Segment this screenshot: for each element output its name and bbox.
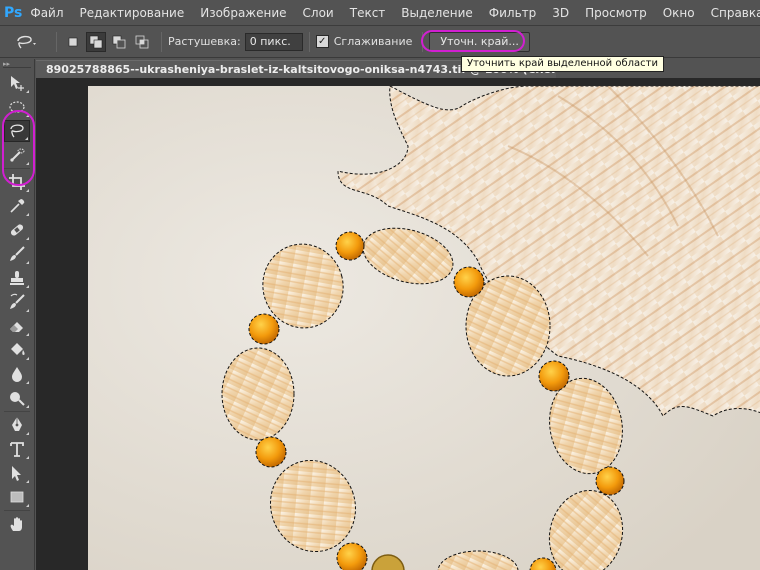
- antialias-checkbox[interactable]: ✓: [315, 35, 329, 48]
- elliptical-marquee-icon: [9, 101, 25, 113]
- photo-image: [88, 86, 760, 570]
- antialias-label: Сглаживание: [333, 35, 413, 48]
- tool-rectangle[interactable]: [4, 486, 30, 508]
- menu-image[interactable]: Изображение: [192, 6, 294, 20]
- menu-3d[interactable]: 3D: [544, 6, 577, 20]
- feather-input[interactable]: [244, 32, 303, 51]
- tool-elliptical-marquee[interactable]: [4, 96, 30, 118]
- tool-lasso[interactable]: [4, 120, 30, 142]
- clone-stamp-icon: [10, 271, 24, 285]
- history-brush-icon: [10, 293, 25, 309]
- tool-history-brush[interactable]: [4, 291, 30, 313]
- paint-bucket-icon: [11, 343, 25, 355]
- feather-label: Растушевка:: [168, 35, 241, 48]
- menu-edit[interactable]: Редактирование: [72, 6, 193, 20]
- hand-icon: [10, 517, 22, 531]
- canvas-area[interactable]: [36, 78, 760, 570]
- add-to-selection-button[interactable]: [86, 31, 106, 52]
- refine-edge-button[interactable]: Уточн. край...: [429, 31, 530, 52]
- document-canvas[interactable]: [88, 86, 760, 570]
- quick-selection-icon: [10, 148, 25, 162]
- lasso-icon: [10, 124, 24, 138]
- separator: [56, 31, 57, 52]
- toolbox: ▸▸: [0, 59, 35, 570]
- eraser-icon: [10, 322, 23, 332]
- menu-select[interactable]: Выделение: [393, 6, 480, 20]
- menu-layer[interactable]: Слои: [295, 6, 342, 20]
- separator: [308, 31, 310, 52]
- subtract-selection-icon: [112, 35, 126, 48]
- dodge-icon: [10, 392, 25, 406]
- path-selection-icon: [12, 466, 21, 481]
- photoshop-logo: Ps: [4, 4, 23, 21]
- menu-help[interactable]: Справка: [703, 6, 760, 20]
- options-bar: Растушевка: ✓ Сглаживание Уточн. край...: [0, 26, 760, 58]
- type-icon: [10, 442, 24, 457]
- intersect-selection-button[interactable]: [132, 32, 152, 52]
- refine-edge-tooltip: Уточнить край выделенной области: [461, 56, 664, 72]
- tool-dodge[interactable]: [4, 387, 30, 409]
- healing-brush-icon: [10, 224, 24, 236]
- tool-quick-selection[interactable]: [4, 144, 30, 166]
- tool-type[interactable]: [4, 438, 30, 460]
- tool-move[interactable]: [4, 72, 30, 94]
- new-selection-button[interactable]: [63, 32, 83, 52]
- menu-file[interactable]: Файл: [22, 6, 71, 20]
- menu-type[interactable]: Текст: [342, 6, 394, 20]
- tool-preset-picker[interactable]: [14, 33, 50, 51]
- separator: [422, 31, 424, 52]
- tool-hand[interactable]: [4, 513, 30, 535]
- tool-crop[interactable]: [4, 171, 30, 193]
- crop-icon: [9, 174, 25, 190]
- new-selection-icon: [68, 37, 78, 46]
- pen-icon: [12, 417, 22, 431]
- tool-eraser[interactable]: [4, 315, 30, 337]
- brush-icon: [10, 246, 25, 261]
- tool-spot-healing-brush[interactable]: [4, 219, 30, 241]
- menu-window[interactable]: Окно: [655, 6, 703, 20]
- tool-blur[interactable]: [4, 363, 30, 385]
- menu-bar: Ps Файл Редактирование Изображение Слои …: [0, 0, 760, 26]
- blur-icon: [12, 367, 22, 382]
- eyedropper-icon: [10, 199, 25, 213]
- menu-view[interactable]: Просмотр: [577, 6, 655, 20]
- subtract-from-selection-button[interactable]: [109, 32, 129, 52]
- rectangle-icon: [10, 491, 24, 503]
- menu-filter[interactable]: Фильтр: [481, 6, 544, 20]
- separator: [4, 510, 30, 511]
- separator: [161, 31, 162, 52]
- tool-brush[interactable]: [4, 243, 30, 265]
- tool-clone-stamp[interactable]: [4, 267, 30, 289]
- move-icon: [11, 76, 24, 91]
- intersect-selection-icon: [135, 35, 149, 48]
- tool-pen[interactable]: [4, 414, 30, 436]
- toolbox-grip[interactable]: ▸▸: [3, 61, 31, 68]
- add-to-selection-icon: [89, 35, 103, 48]
- tool-paint-bucket[interactable]: [4, 339, 30, 361]
- separator: [4, 411, 30, 412]
- lasso-icon: [17, 35, 36, 48]
- separator: [4, 168, 30, 169]
- tool-path-selection[interactable]: [4, 462, 30, 484]
- tool-eyedropper[interactable]: [4, 195, 30, 217]
